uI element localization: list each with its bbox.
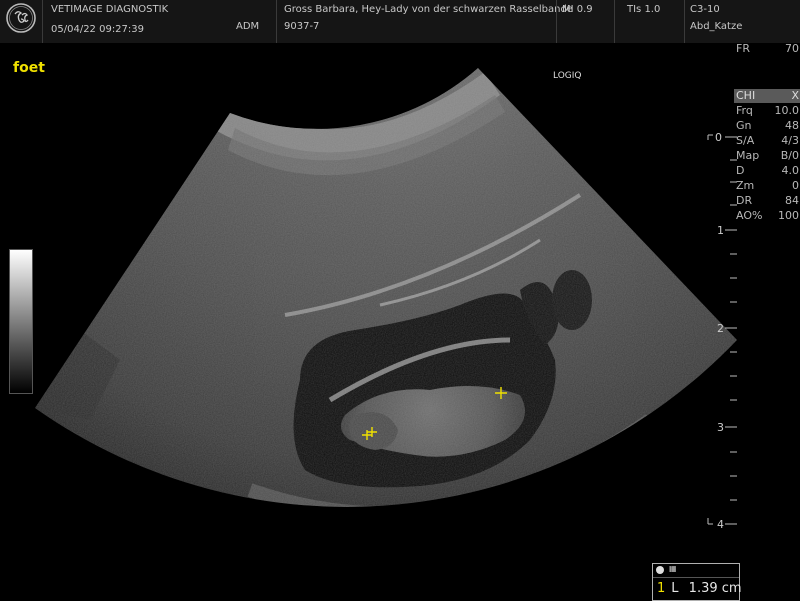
exam-datetime: 05/04/22 09:27:39 [51, 24, 145, 35]
depth-label-1: 1 [717, 224, 724, 237]
param-map: Map B/0 [736, 149, 799, 162]
param-d: D 4.0 [736, 164, 799, 177]
patient-name: Gross Barbara, Hey-Lady von der schwarze… [284, 4, 573, 15]
operator-label: ADM [236, 21, 260, 32]
param-fr: FR 70 [736, 42, 799, 55]
brand-mark: LOGIQ [553, 71, 582, 81]
tis-index: TIs 1.0 [627, 4, 661, 15]
preset-name: Abd_Katze [690, 21, 743, 32]
param-frq: Frq 10.0 [736, 104, 799, 117]
mi-cell: MI 0.9 [556, 0, 615, 43]
tis-cell: TIs 1.0 [614, 0, 685, 43]
param-zm: Zm 0 [736, 179, 799, 192]
param-gn: Gn 48 [736, 119, 799, 132]
clinic-cell: VETIMAGE DIAGNOSTIK 05/04/22 09:27:39 AD… [42, 0, 263, 43]
depth-label-3: 3 [717, 421, 724, 434]
patient-id: 9037-7 [284, 21, 320, 32]
param-sa: S/A 4/3 [736, 134, 799, 147]
ge-logo-icon [6, 3, 36, 33]
sector-content [35, 68, 737, 507]
annotation-text: foet [13, 60, 45, 76]
depth-label-2: 2 [717, 322, 724, 335]
measurement-row: 1L 1.39 cm [657, 581, 742, 596]
patient-cell: Gross Barbara, Hey-Lady von der schwarze… [276, 0, 573, 43]
probe-name: C3-10 [690, 4, 720, 15]
header-bar: VETIMAGE DIAGNOSTIK 05/04/22 09:27:39 AD… [0, 0, 800, 43]
record-dot-icon [656, 566, 664, 574]
depth-label-0: 0 [715, 131, 722, 144]
depth-scale: 0 1 2 3 4 [707, 131, 737, 530]
measurement-header: ▦ [653, 564, 739, 578]
measurement-box[interactable]: ▦ 1L 1.39 cm [652, 563, 742, 601]
ultrasound-image[interactable] [0, 43, 800, 600]
grayscale-bar [9, 249, 33, 394]
measurement-type: L [671, 581, 679, 596]
param-ao: AO% 100 [736, 209, 799, 222]
param-dr: DR 84 [736, 194, 799, 207]
measure-settings-icon[interactable]: ▦ [669, 564, 677, 573]
clinic-name: VETIMAGE DIAGNOSTIK [51, 4, 169, 15]
measurement-value: 1.39 cm [688, 581, 742, 596]
mi-index: MI 0.9 [562, 4, 593, 15]
param-chi: CHI X [734, 89, 800, 103]
depth-label-4: 4 [717, 518, 724, 530]
probe-cell: C3-10 Abd_Katze [684, 0, 800, 43]
measurement-index: 1 [657, 581, 666, 596]
